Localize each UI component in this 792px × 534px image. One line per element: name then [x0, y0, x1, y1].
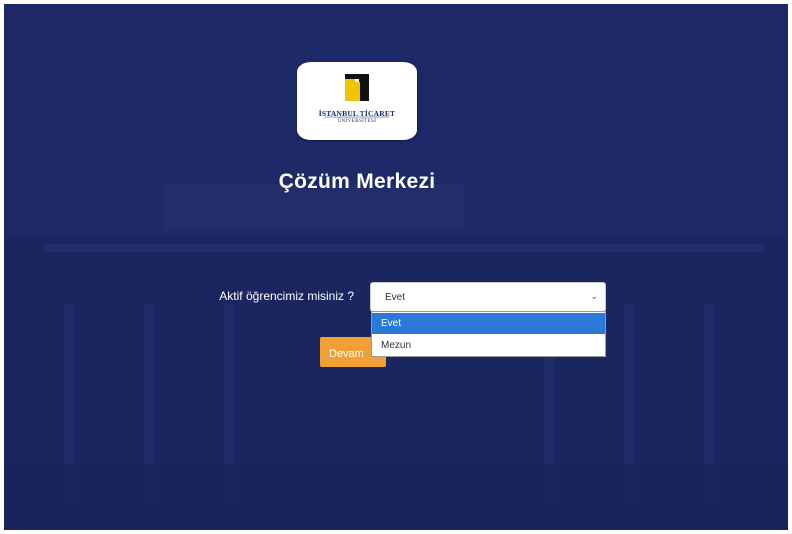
logo-emblem-icon: [325, 74, 389, 118]
select-dropdown-list: Evet Mezun: [371, 311, 606, 357]
select-current-value: Evet: [385, 292, 406, 303]
logo-text-line1: İSTANBUL TİCARET: [318, 109, 396, 118]
option-evet[interactable]: Evet: [372, 313, 605, 334]
logo-text-line2: ÜNİVERSİTESİ: [337, 119, 377, 124]
option-mezun[interactable]: Mezun: [372, 335, 605, 356]
university-logo: İSTANBUL TİCARET ÜNİVERSİTESİ: [297, 62, 417, 140]
page-title: Çözüm Merkezi: [278, 170, 436, 193]
page-background: İSTANBUL TİCARET ÜNİVERSİTESİ Çözüm Merk…: [4, 4, 788, 530]
active-student-question-label: Aktif öğrencimiz misiniz ?: [219, 289, 354, 303]
chevron-down-icon: ⌄: [590, 291, 598, 301]
student-status-select[interactable]: Evet ⌄: [370, 282, 606, 312]
